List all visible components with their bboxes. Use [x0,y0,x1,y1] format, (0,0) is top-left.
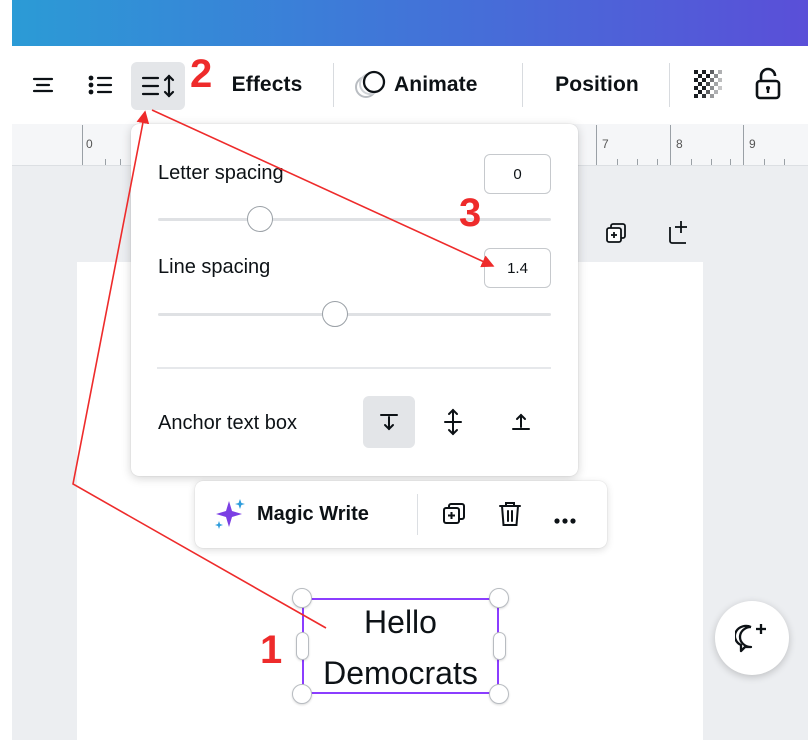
transparency-icon [694,70,722,98]
delete-element-button[interactable] [498,500,522,533]
resize-handle[interactable] [489,684,509,704]
selected-text-box[interactable]: Hello Democrats [302,598,499,694]
list-button[interactable] [82,68,118,102]
resize-handle[interactable] [292,684,312,704]
add-comment-button[interactable] [715,601,789,675]
bulleted-list-icon [88,75,113,95]
add-page-button[interactable] [667,219,691,250]
anchor-bottom-button[interactable] [495,396,547,448]
spacing-button[interactable] [131,62,185,110]
animate-button[interactable]: Animate [352,66,500,104]
toolbar-divider [333,63,334,107]
animate-label: Animate [394,73,478,96]
duplicate-element-button[interactable] [441,501,467,532]
position-button[interactable]: Position [545,68,649,102]
duplicate-icon [606,223,626,243]
transparency-button[interactable] [690,66,726,102]
letter-spacing-label: Letter spacing [158,162,284,184]
trash-icon [499,502,521,526]
annotation-step-2: 2 [190,52,213,96]
duplicate-icon [443,503,465,524]
line-spacing-slider-thumb[interactable] [321,301,348,327]
ruler-mark: 7 [602,137,609,151]
popover-divider [157,367,551,369]
letter-spacing-slider-thumb[interactable] [247,206,274,232]
more-icon [554,518,576,524]
more-options-button[interactable] [554,511,576,529]
lock-button[interactable] [748,62,788,104]
annotation-step-3: 3 [459,191,482,235]
resize-handle[interactable] [489,588,509,608]
spacing-icon [141,74,175,98]
text-align-button[interactable] [26,68,60,102]
line-spacing-input[interactable]: 1.4 [484,248,551,288]
animate-icon [355,70,386,98]
toolbar-divider [669,63,670,107]
position-label: Position [555,73,639,96]
comment-add-icon [735,624,766,653]
resize-handle[interactable] [292,588,312,608]
editor-header-bar [12,0,808,46]
toolbar-divider [522,63,523,107]
anchor-bottom-icon [512,413,530,430]
annotation-step-1: 1 [260,628,283,672]
add-page-icon [669,221,687,244]
lock-icon [755,67,781,100]
align-center-icon [32,77,54,93]
anchor-text-box-label: Anchor text box [158,412,297,434]
magic-write-button[interactable]: Magic Write [257,503,369,526]
effects-button[interactable]: Effects [224,68,310,102]
ruler-mark: 8 [676,137,683,151]
text-line: Democrats [323,655,478,691]
resize-handle-side[interactable] [493,632,506,660]
context-divider [417,494,418,535]
ruler-mark: 9 [749,137,756,151]
anchor-middle-button[interactable] [427,396,479,448]
ruler-mark: 0 [86,137,93,151]
effects-label: Effects [231,73,303,96]
letter-spacing-input[interactable]: 0 [484,154,551,194]
resize-handle-side[interactable] [296,632,309,660]
spacing-popover: Letter spacing 0 Line spacing 1.4 Anchor… [131,124,578,476]
line-spacing-slider[interactable] [158,313,551,316]
anchor-top-icon [380,414,398,431]
text-line: Hello [364,604,437,640]
duplicate-page-button[interactable] [604,222,628,251]
anchor-top-button[interactable] [363,396,415,448]
line-spacing-label: Line spacing [158,256,271,278]
element-context-toolbar: Magic Write [195,481,607,548]
magic-sparkle-icon [215,499,245,529]
anchor-middle-icon [444,408,462,436]
letter-spacing-slider[interactable] [158,218,551,221]
